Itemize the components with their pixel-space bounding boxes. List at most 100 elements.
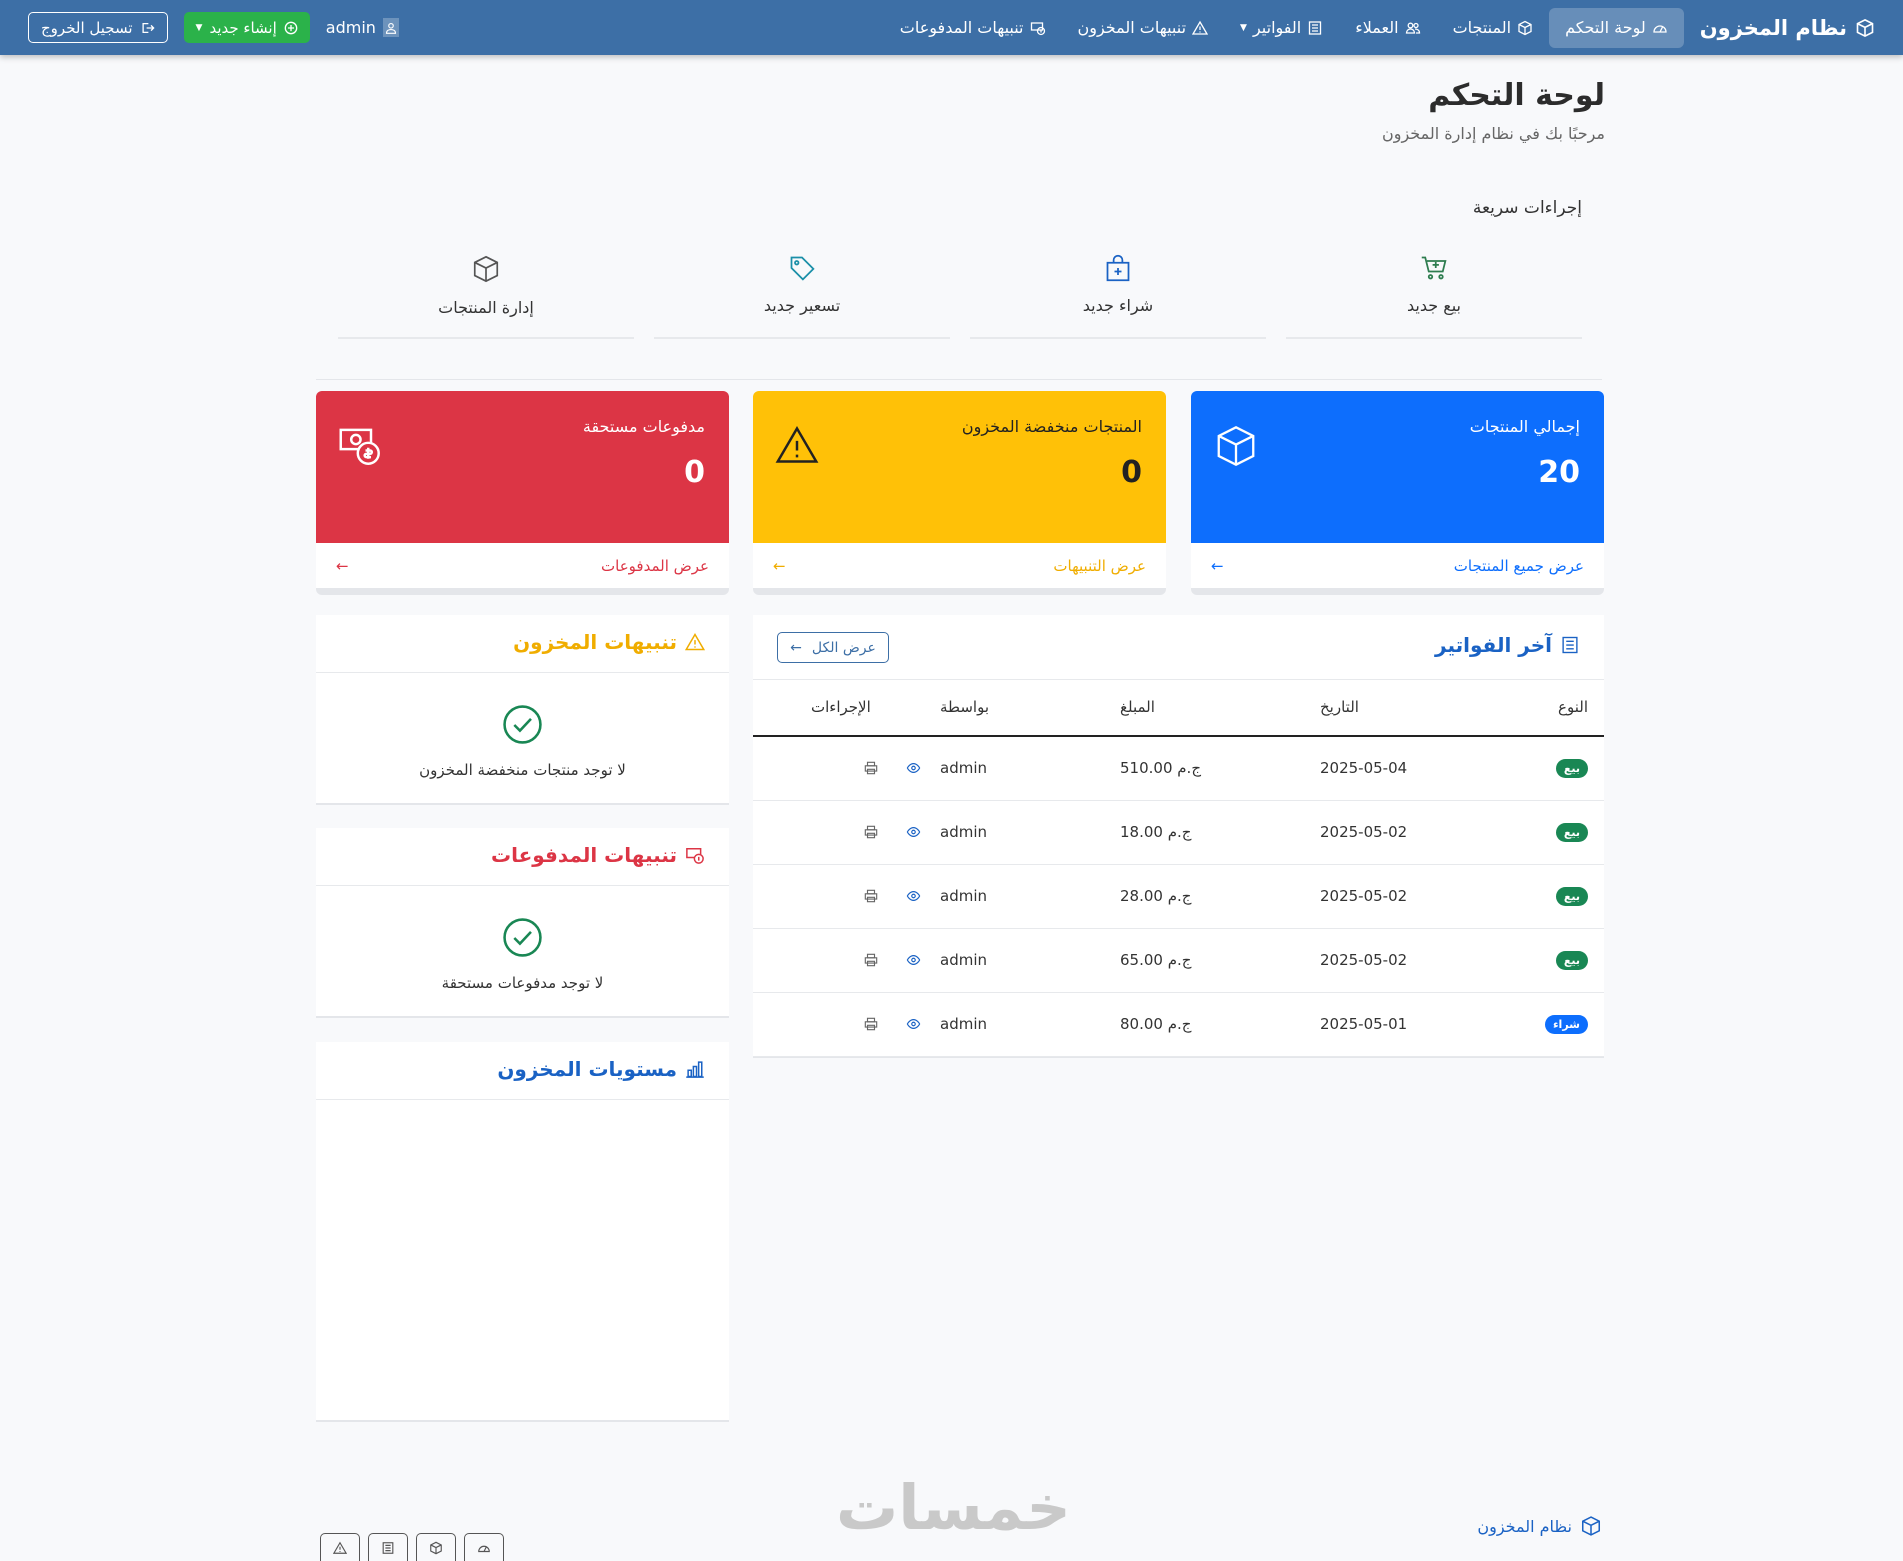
print-icon[interactable] bbox=[864, 761, 878, 775]
view-icon[interactable] bbox=[906, 825, 921, 839]
bar-chart-icon bbox=[685, 1059, 705, 1079]
table-row: بيع 2025-05-02 28.00 ج.م admin bbox=[753, 864, 1604, 929]
cell-actions bbox=[753, 736, 924, 801]
table-row: بيع 2025-05-02 18.00 ج.م admin bbox=[753, 800, 1604, 865]
quick-action-label: شراء جديد bbox=[1082, 296, 1154, 315]
quick-action-manage-products[interactable]: إدارة المنتجات bbox=[338, 254, 634, 339]
stat-value: 20 bbox=[1538, 455, 1580, 490]
nav-item-stock-alerts[interactable]: تنبيهات المخزون bbox=[1062, 8, 1225, 48]
cell-date: 2025-05-02 bbox=[1304, 864, 1504, 929]
quick-action-new-pricing[interactable]: تسعير جديد bbox=[654, 254, 950, 339]
invoices-title-text: آخر الفواتير bbox=[1435, 633, 1552, 657]
check-circle-icon bbox=[502, 704, 543, 745]
cell-by: admin bbox=[924, 992, 1104, 1057]
warning-icon bbox=[1192, 20, 1209, 36]
speedometer-icon bbox=[1652, 20, 1668, 36]
arrow-left-icon: ← bbox=[773, 556, 786, 575]
col-actions: الإجراءات bbox=[753, 679, 924, 737]
stat-link[interactable]: عرض جميع المنتجات bbox=[1454, 557, 1584, 575]
nav-item-customers[interactable]: العملاء bbox=[1339, 8, 1436, 48]
cell-actions bbox=[753, 992, 924, 1057]
stat-value: 0 bbox=[1121, 455, 1142, 490]
stat-link[interactable]: عرض المدفوعات bbox=[601, 557, 709, 575]
stat-label: إجمالي المنتجات bbox=[1469, 417, 1580, 436]
view-icon[interactable] bbox=[906, 761, 921, 775]
footer-brand[interactable]: نظام المخزون bbox=[1477, 1515, 1602, 1537]
cell-date: 2025-05-04 bbox=[1304, 736, 1504, 801]
brand[interactable]: نظام المخزون bbox=[1700, 16, 1875, 40]
stat-footer-payments[interactable]: عرض المدفوعات ← bbox=[316, 543, 729, 595]
cell-type: شراء bbox=[1504, 992, 1604, 1057]
bag-plus-icon bbox=[1104, 254, 1132, 282]
stock-levels-title: مستويات المخزون bbox=[497, 1057, 705, 1081]
nav-item-products[interactable]: المنتجات bbox=[1437, 8, 1550, 48]
cell-date: 2025-05-01 bbox=[1304, 992, 1504, 1057]
footer-dashboard-button[interactable] bbox=[464, 1533, 504, 1561]
type-badge: بيع bbox=[1555, 951, 1588, 970]
table-header-row: النوع التاريخ المبلغ بواسطة الإجراءات bbox=[753, 679, 1604, 737]
type-badge: بيع bbox=[1555, 759, 1588, 779]
cell-by: admin bbox=[924, 864, 1104, 929]
print-icon[interactable] bbox=[864, 825, 878, 839]
user-menu[interactable]: admin bbox=[326, 18, 399, 37]
stat-due-payments: مدفوعات مستحقة 0 bbox=[316, 391, 729, 543]
cell-actions bbox=[753, 800, 924, 865]
box-icon bbox=[471, 254, 501, 284]
nav-item-dashboard[interactable]: لوحة التحكم bbox=[1549, 7, 1684, 48]
stock-alerts-empty: لا توجد منتجات منخفضة المخزون bbox=[419, 761, 626, 779]
nav-item-label: الفواتير bbox=[1252, 18, 1302, 37]
receipt-icon bbox=[381, 1541, 395, 1555]
box-icon bbox=[1517, 20, 1533, 36]
cell-amount: 18.00 ج.م bbox=[1104, 800, 1304, 865]
nav-item-payment-alerts[interactable]: تنبيهات المدفوعات bbox=[884, 8, 1062, 48]
invoices-title: آخر الفواتير bbox=[1435, 633, 1580, 657]
invoices-table: النوع التاريخ المبلغ بواسطة الإجراءات بي… bbox=[753, 679, 1604, 1057]
footer-receipt-button[interactable] bbox=[368, 1533, 408, 1561]
stock-levels-title-text: مستويات المخزون bbox=[497, 1057, 677, 1081]
footer-brand-text: نظام المخزون bbox=[1477, 1516, 1572, 1536]
view-icon[interactable] bbox=[906, 1017, 921, 1031]
box-icon bbox=[1213, 423, 1259, 469]
nav-item-invoices[interactable]: الفواتير ▼ bbox=[1224, 8, 1339, 48]
latest-invoices-card: آخر الفواتير عرض الكل ← النوع التاريخ ال… bbox=[753, 615, 1604, 1058]
box-icon bbox=[429, 1541, 443, 1555]
cell-type: بيع bbox=[1504, 864, 1604, 929]
quick-action-new-sale[interactable]: بيع جديد bbox=[1286, 254, 1582, 339]
print-icon[interactable] bbox=[864, 889, 878, 903]
view-icon[interactable] bbox=[906, 953, 921, 967]
view-icon[interactable] bbox=[906, 889, 921, 903]
cell-actions bbox=[753, 928, 924, 993]
stat-total-products: إجمالي المنتجات 20 bbox=[1191, 391, 1604, 543]
stat-footer-low-stock[interactable]: عرض التنبيهات ← bbox=[753, 543, 1166, 595]
logout-button[interactable]: تسجيل الخروج bbox=[28, 12, 168, 43]
footer-warning-button[interactable] bbox=[320, 1533, 360, 1561]
print-icon[interactable] bbox=[864, 1017, 878, 1031]
col-date: التاريخ bbox=[1304, 679, 1504, 737]
table-row: شراء 2025-05-01 80.00 ج.م admin bbox=[753, 992, 1604, 1057]
nav-item-label: لوحة التحكم bbox=[1565, 18, 1646, 37]
create-new-button[interactable]: إنشاء جديد ▼ bbox=[183, 12, 310, 43]
view-all-invoices-button[interactable]: عرض الكل ← bbox=[777, 632, 889, 663]
arrow-left-icon: ← bbox=[790, 639, 802, 656]
quick-action-new-purchase[interactable]: شراء جديد bbox=[970, 254, 1266, 339]
col-type: النوع bbox=[1504, 679, 1604, 737]
print-icon[interactable] bbox=[864, 953, 878, 967]
footer: نظام المخزون خمسات bbox=[316, 1471, 1602, 1561]
footer-box-button[interactable] bbox=[416, 1533, 456, 1561]
watermark: خمسات bbox=[836, 1471, 1071, 1544]
quick-action-label: بيع جديد bbox=[1406, 296, 1462, 315]
cell-actions bbox=[753, 864, 924, 929]
table-row: بيع 2025-05-02 65.00 ج.م admin bbox=[753, 928, 1604, 993]
cell-date: 2025-05-02 bbox=[1304, 928, 1504, 993]
payment-alerts-title: تنبيهات المدفوعات bbox=[491, 843, 705, 867]
cash-icon bbox=[685, 845, 705, 865]
page-subtitle: مرحبًا بك في نظام إدارة المخزون bbox=[1381, 124, 1605, 143]
page-title: لوحة التحكم bbox=[1428, 78, 1605, 113]
box-icon bbox=[1580, 1515, 1602, 1537]
receipt-icon bbox=[1307, 20, 1323, 36]
stat-footer-products[interactable]: عرض جميع المنتجات ← bbox=[1191, 543, 1604, 595]
warning-icon bbox=[775, 423, 819, 467]
cell-type: بيع bbox=[1504, 800, 1604, 865]
navbar: نظام المخزون لوحة التحكم المنتجات العملا… bbox=[0, 0, 1903, 55]
stat-link[interactable]: عرض التنبيهات bbox=[1053, 557, 1146, 575]
